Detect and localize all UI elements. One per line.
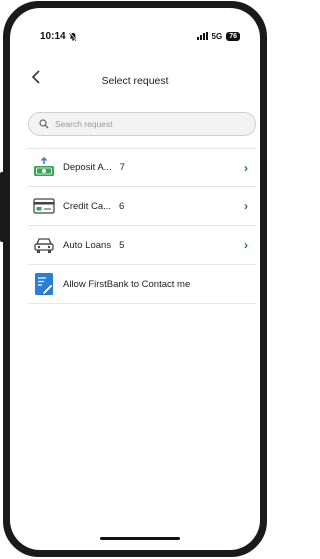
request-item-label: Auto Loans <box>63 239 112 251</box>
deposit-icon <box>31 156 57 179</box>
home-indicator[interactable] <box>100 537 180 540</box>
request-item-count: 7 <box>119 162 125 173</box>
request-item-count: 6 <box>119 200 125 212</box>
chevron-right-icon: › <box>244 161 248 175</box>
search-bar[interactable] <box>28 112 256 136</box>
signal-icon <box>196 32 208 40</box>
search-icon <box>39 119 49 129</box>
request-item-credit-card[interactable]: Credit Ca... 6 › <box>28 187 256 226</box>
credit-card-icon <box>31 195 57 217</box>
network-type: 5G <box>211 31 223 41</box>
chevron-right-icon: › <box>244 199 248 213</box>
request-list: Deposit A... 7 › Credit Ca... 6 › Auto L… <box>28 148 256 304</box>
request-item-label: Credit Ca... <box>63 200 112 212</box>
request-item-label: Allow FirstBank to Contact me <box>63 278 191 290</box>
request-item-auto-loans[interactable]: Auto Loans 5 › <box>28 226 256 265</box>
status-time: 10:14 <box>40 30 66 42</box>
request-item-count: 5 <box>119 239 125 251</box>
battery-icon: 76 <box>226 31 240 41</box>
screen: 10:14 5G 76 Select request Search reques… <box>10 8 260 550</box>
status-bar: 10:14 5G 76 <box>10 26 260 46</box>
contact-form-icon <box>31 273 57 295</box>
chevron-right-icon: › <box>244 238 248 252</box>
request-item-deposit[interactable]: Deposit A... 7 › <box>28 148 256 187</box>
request-item-label: Deposit A... <box>63 162 112 173</box>
request-item-contact[interactable]: Allow FirstBank to Contact me <box>28 265 256 304</box>
search-input[interactable] <box>55 119 235 129</box>
bell-muted-icon <box>68 31 77 41</box>
car-icon <box>31 234 57 256</box>
page-title: Select request <box>101 75 169 87</box>
phone-frame: 10:14 5G 76 Select request Search reques… <box>3 1 267 557</box>
back-chevron-icon <box>31 70 40 84</box>
status-left: 10:14 <box>40 31 77 42</box>
back-button[interactable] <box>26 70 46 90</box>
status-right: 5G 76 <box>196 31 240 41</box>
header: Select request <box>10 66 260 96</box>
